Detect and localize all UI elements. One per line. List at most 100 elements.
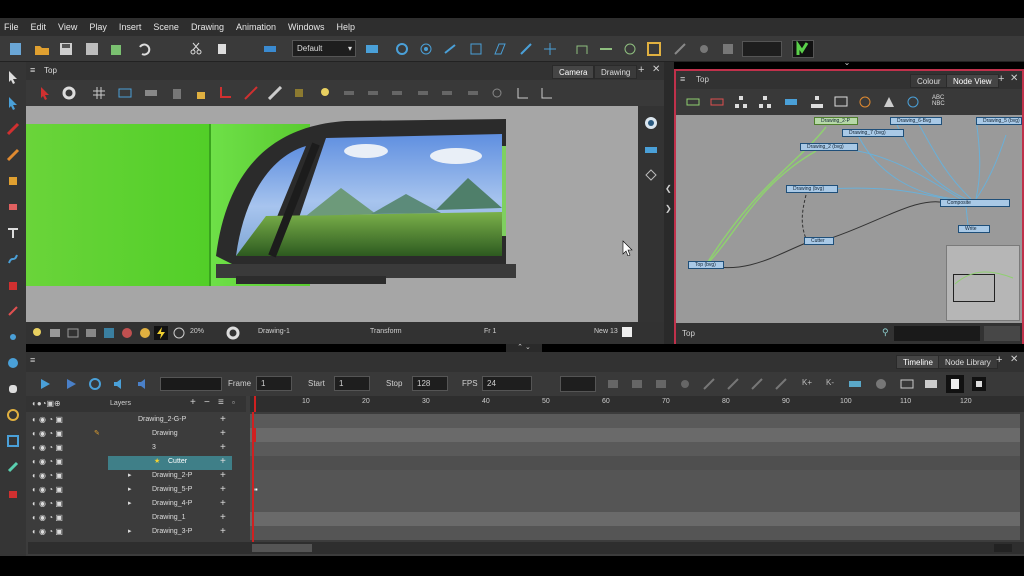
grid-icon[interactable] — [92, 86, 106, 100]
lightning-icon[interactable] — [154, 326, 168, 340]
add-layer-icon[interactable]: + — [190, 397, 196, 408]
import-icon[interactable] — [108, 41, 124, 57]
layer-menu-icon[interactable]: ≡ — [218, 397, 224, 408]
collapse-icon[interactable]: ▫ — [232, 398, 235, 407]
track-row[interactable] — [250, 498, 1020, 512]
close-icon[interactable]: ✕ — [652, 64, 660, 75]
keyframe-icon[interactable] — [654, 377, 668, 391]
track-row[interactable] — [250, 470, 1020, 484]
node-drawing-5[interactable]: Drawing_5 (bvg) — [976, 117, 1022, 125]
onion-icon[interactable] — [696, 41, 712, 57]
trash-icon[interactable] — [170, 86, 184, 100]
node-icon[interactable] — [710, 95, 724, 109]
menu-drawing[interactable]: Drawing — [191, 22, 224, 32]
track-row[interactable] — [250, 414, 1020, 428]
close-icon[interactable]: ✕ — [1010, 354, 1018, 365]
cutter-icon[interactable] — [6, 408, 20, 422]
refresh-icon[interactable] — [172, 326, 186, 340]
layer-row[interactable]: ◐ ◉ ◔ ▣ ▸ Drawing_2-P + — [28, 470, 246, 484]
track-row[interactable] — [250, 512, 1020, 526]
eye-icon[interactable] — [644, 116, 658, 130]
ink-icon[interactable] — [6, 460, 20, 474]
add-tab-icon[interactable]: + — [998, 73, 1004, 85]
pencil-icon[interactable] — [6, 148, 20, 162]
save-as-icon[interactable] — [84, 41, 100, 57]
color-icon[interactable] — [138, 326, 152, 340]
layer-toggles-icon[interactable]: ◐ ◉ ◔ ▣ — [32, 513, 63, 522]
frame-input[interactable]: 1 — [256, 376, 292, 391]
easing-select[interactable] — [560, 376, 596, 392]
frame-icon[interactable] — [66, 326, 80, 340]
display-icon[interactable] — [834, 95, 848, 109]
palette-icon[interactable] — [120, 326, 134, 340]
stop-button[interactable] — [972, 377, 986, 391]
undo-icon[interactable] — [136, 41, 152, 57]
node-drawing[interactable]: Drawing (bvg) — [786, 185, 838, 193]
timeline-icon[interactable] — [262, 41, 278, 57]
composite-icon[interactable] — [848, 377, 862, 391]
track-row[interactable] — [250, 526, 1020, 540]
brush-icon[interactable] — [6, 122, 20, 136]
line-icon[interactable] — [244, 86, 258, 100]
grid-icon[interactable] — [924, 377, 938, 391]
tree-icon[interactable] — [758, 95, 772, 109]
layer-row[interactable]: ◐ ◉ ◔ ▣ Drawing_2-G-P + — [28, 414, 246, 428]
tab-node-library[interactable]: Node Library — [938, 355, 998, 369]
scale-icon[interactable] — [468, 41, 484, 57]
reset-pan-icon[interactable] — [516, 86, 530, 100]
tab-drawing[interactable]: Drawing — [594, 65, 638, 79]
layer-toggles-icon[interactable]: ◐ ◉ ◔ ▣ — [32, 471, 63, 480]
add-tab-icon[interactable]: + — [996, 354, 1002, 366]
add-keyframe-icon[interactable]: K+ — [802, 378, 812, 387]
add-icon[interactable]: + — [220, 526, 226, 537]
layer-toggles-icon[interactable]: ◐ ◉ ◔ ▣ — [32, 429, 63, 438]
node-search-arrows[interactable] — [984, 326, 1020, 341]
hold-icon[interactable] — [678, 377, 692, 391]
gear-icon[interactable] — [62, 86, 76, 100]
gear-icon[interactable] — [226, 326, 240, 340]
layer-row[interactable]: ◐ ◉ ◔ ▣ ✎ Drawing + — [28, 428, 246, 442]
node-write[interactable]: Write — [958, 225, 990, 233]
perspective-icon[interactable] — [6, 356, 20, 370]
menu-icon[interactable]: ≡ — [680, 74, 685, 84]
color-swatch[interactable] — [622, 327, 632, 337]
search-icon[interactable]: ⚲ — [882, 327, 889, 338]
node-navigator[interactable] — [946, 245, 1020, 321]
layer-row[interactable]: ◐ ◉ ◔ ▣ ★ Cutter + — [28, 456, 246, 470]
add-icon[interactable]: + — [220, 428, 226, 439]
node-drawing-2-p[interactable]: Drawing_2-P — [814, 117, 858, 125]
shape-icon[interactable] — [390, 86, 404, 100]
crop-icon[interactable] — [218, 86, 232, 100]
tab-colour[interactable]: Colour — [910, 74, 948, 88]
playhead-marker[interactable] — [254, 396, 256, 412]
paint-bucket-icon[interactable] — [6, 278, 20, 292]
expand-icon[interactable]: ▸ — [128, 527, 132, 535]
cut-icon[interactable] — [188, 41, 204, 57]
layers-icon[interactable] — [644, 142, 658, 156]
ink-pot-icon[interactable] — [6, 486, 20, 500]
add-tab-icon[interactable]: + — [638, 64, 644, 76]
tree-icon[interactable] — [734, 95, 748, 109]
sound-icon[interactable] — [112, 377, 126, 391]
menu-help[interactable]: Help — [337, 22, 356, 32]
track-row[interactable] — [250, 442, 1020, 456]
single-frame-button[interactable] — [946, 375, 964, 393]
brush-preset-button[interactable] — [792, 40, 814, 58]
group-icon[interactable] — [622, 41, 638, 57]
light-table-icon[interactable] — [720, 41, 736, 57]
fps-select[interactable]: 24 — [482, 376, 532, 391]
add-icon[interactable]: + — [220, 512, 226, 523]
layer-toggles-icon[interactable]: ◐ ◉ ◔ ▣ — [32, 485, 63, 494]
workspace-select[interactable]: Default ▾ — [292, 40, 356, 57]
horizontal-scrollbar[interactable] — [994, 544, 1012, 552]
layer-toggles-icon[interactable]: ◐ ◉ ◔ ▣ — [32, 415, 63, 424]
lock-icon[interactable] — [194, 86, 208, 100]
layer-toggles-icon[interactable]: ◐ ◉ ◔ ▣ — [32, 499, 63, 508]
stop-input[interactable]: 128 — [412, 376, 448, 391]
node-drawing-6[interactable]: Drawing_6-Bvg — [890, 117, 942, 125]
node-drawing-7[interactable]: Drawing_7 (bvg) — [842, 129, 904, 137]
expand-icon[interactable]: ▸ — [128, 499, 132, 507]
crosshair-icon[interactable] — [542, 41, 558, 57]
tool-icon[interactable] — [672, 41, 688, 57]
peg-icon[interactable] — [574, 41, 590, 57]
